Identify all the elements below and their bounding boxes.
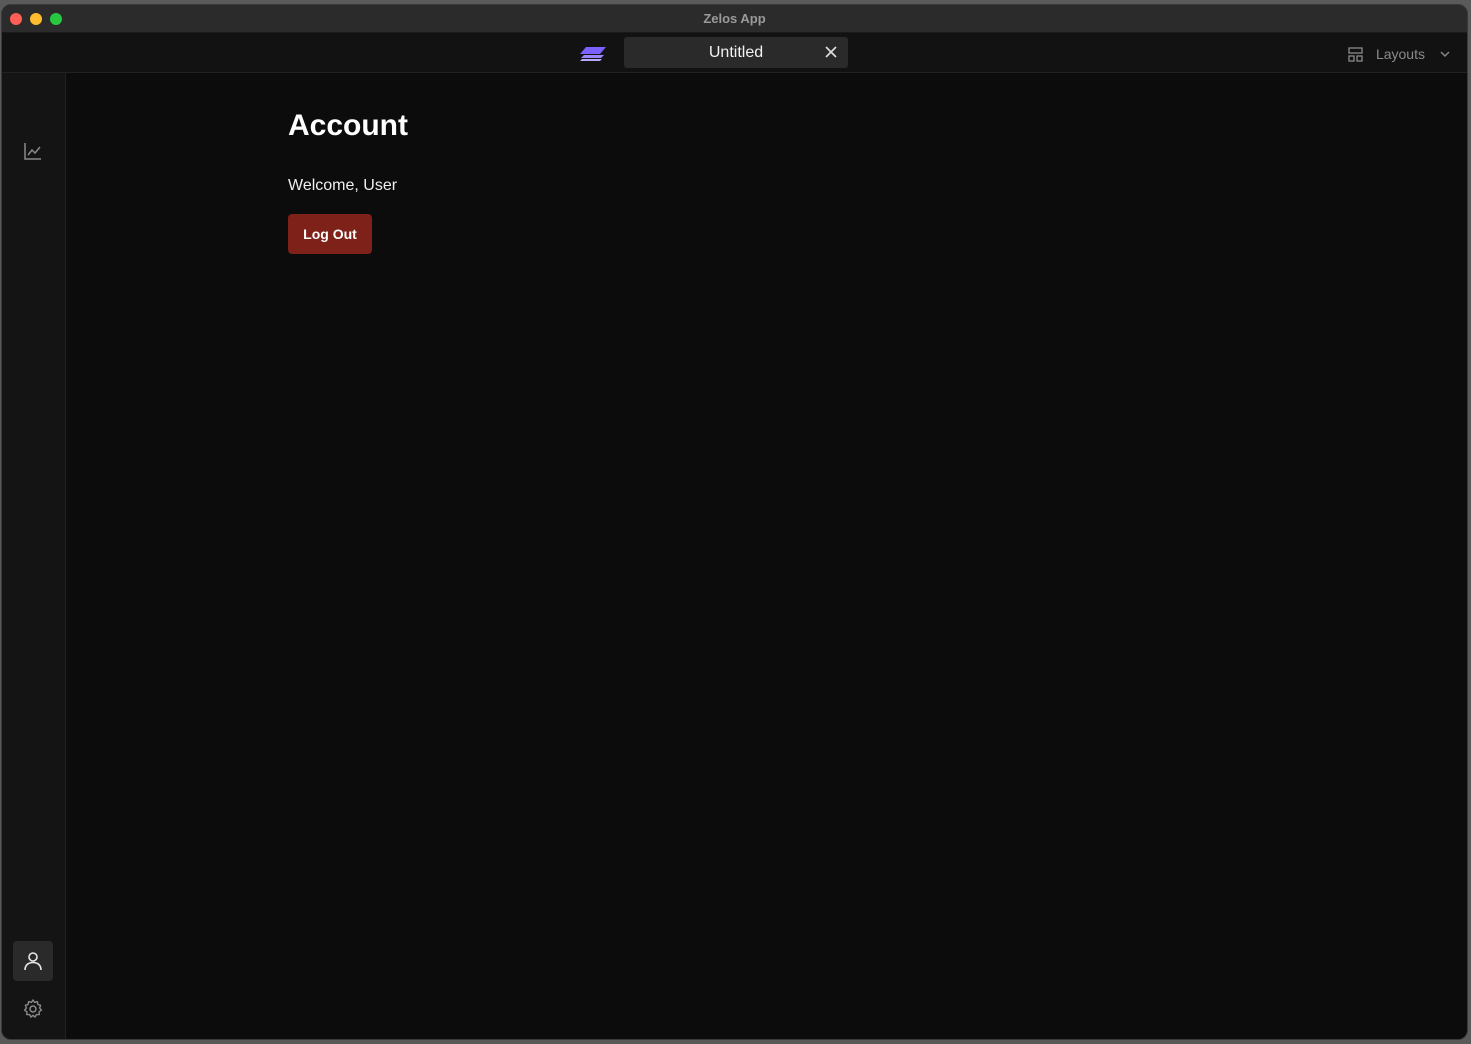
gear-icon — [23, 999, 43, 1018]
sidebar-item-charts[interactable] — [13, 131, 53, 171]
line-chart-icon — [24, 143, 41, 160]
title-bar: Zelos App — [2, 5, 1467, 33]
logout-button[interactable]: Log Out — [288, 214, 372, 254]
close-icon[interactable] — [824, 45, 838, 59]
chevron-down-icon — [1440, 51, 1450, 57]
sidebar-item-account[interactable] — [13, 941, 53, 981]
window-title: Zelos App — [703, 11, 766, 26]
tab-label: Untitled — [708, 44, 764, 61]
layout-icon — [1348, 46, 1363, 62]
page-title: Account — [288, 109, 408, 142]
sidebar-item-settings[interactable] — [13, 989, 53, 1029]
app-window: Zelos App Untitled Layouts Account Welco… — [1, 4, 1468, 1040]
tab-untitled[interactable]: Untitled — [624, 37, 848, 68]
layouts-label: Layouts — [1375, 46, 1425, 62]
welcome-text: Welcome, User — [288, 177, 398, 194]
app-logo-icon[interactable] — [578, 45, 606, 63]
user-icon — [24, 952, 42, 971]
sidebar — [2, 73, 66, 1039]
tab-bar: Untitled Layouts — [2, 33, 1467, 73]
layouts-dropdown[interactable]: Layouts — [1348, 44, 1451, 64]
main-content: Account Welcome, User Log Out — [66, 73, 1467, 1039]
